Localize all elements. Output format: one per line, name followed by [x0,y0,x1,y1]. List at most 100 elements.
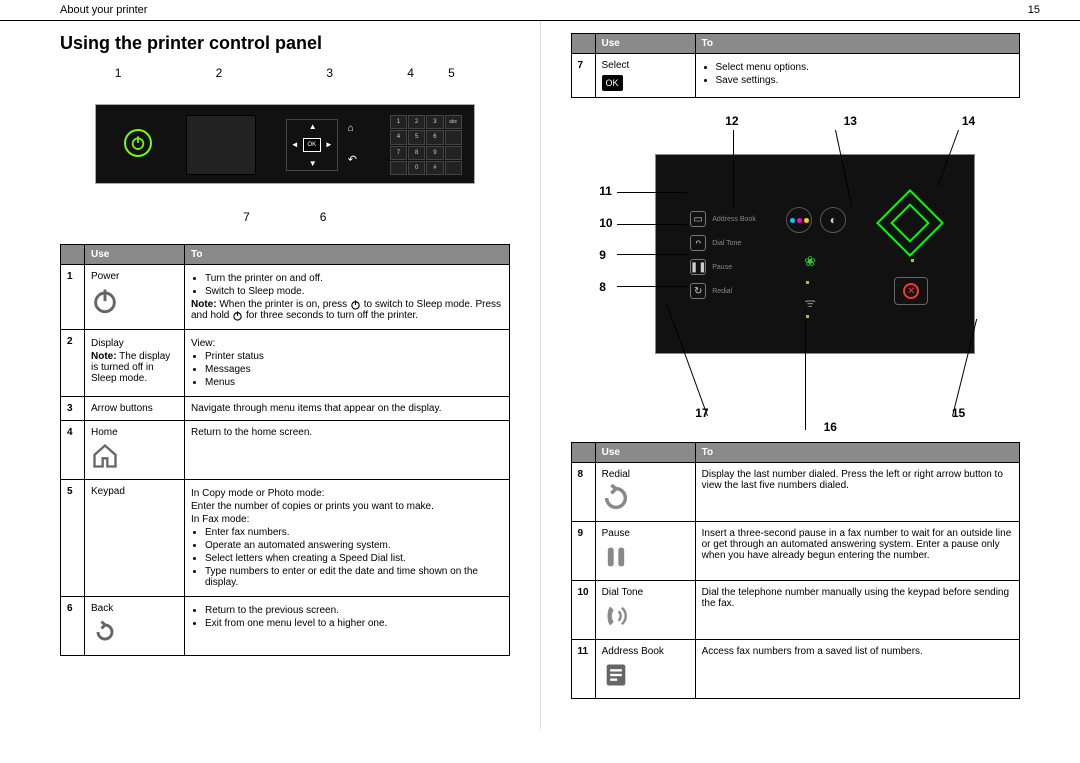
fig1-label-3: 3 [326,66,333,80]
t3-r3-use: Dial Tone [595,581,695,640]
th-to: To [185,245,510,265]
t1-r5-num: 5 [61,480,85,597]
fig2-label-13: 13 [844,114,857,128]
fig1-label-7: 7 [243,210,250,224]
header-page: 15 [1028,4,1040,16]
power-icon [232,310,243,321]
t3-r3-to: Dial the telephone number manually using… [695,581,1019,640]
t1-r3-use: Arrow buttons [85,397,185,421]
t2-r1-num: 7 [571,54,595,98]
display-screen [186,115,256,175]
fig2-label-9: 9 [599,248,612,262]
power-button [124,129,152,157]
pause-icon: ❚❚ [690,259,706,275]
wifi-icon: ᯤ [804,293,816,311]
t3-r2-num: 9 [571,522,595,581]
fig2-label-11: 11 [599,184,612,198]
right-column: Use To 7 Select OK Select menu options. … [541,21,1080,729]
t1-r4-num: 4 [61,421,85,480]
panel2-dialtone: ᴖDial Tone [690,235,741,251]
fig1-label-4: 4 [407,66,414,80]
start-button [876,189,944,257]
left-column: Using the printer control panel 1 2 3 4 … [0,21,541,729]
eco-icon: ❀ [804,253,816,270]
t1-r6-use: Back [85,597,185,656]
t3-r1-to: Display the last number dialed. Press th… [695,463,1019,522]
panel2-addressbook: ▭Address Book [690,211,756,227]
th-use-3: Use [595,443,695,463]
t1-r2-use: Display Note: The display is turned off … [85,330,185,397]
t3-r1-use: Redial [595,463,695,522]
header-section: About your printer [60,4,147,16]
t2-r1-use: Select OK [595,54,695,98]
cancel-icon: ✕ [903,283,919,299]
ok-icon: OK [602,75,623,91]
t1-r1-to: Turn the printer on and off. Switch to S… [185,265,510,330]
t3-r4-to: Access fax numbers from a saved list of … [695,640,1019,699]
reference-table-3: Use To 8 Redial Display the last number … [571,442,1021,699]
arrow-up: ▲ [309,122,317,131]
t2-r1-to: Select menu options. Save settings. [695,54,1020,98]
back-icon [91,618,178,649]
dialtone-icon: ᴖ [690,235,706,251]
arrow-pad: ▲ ▼ ◄ ► OK [286,119,338,171]
back-icon: ↶ [348,153,357,166]
ok-button-panel: OK [303,138,321,152]
th-to-3: To [695,443,1019,463]
th-blank [61,245,85,265]
t1-r3-to: Navigate through menu items that appear … [185,397,510,421]
redial-icon [602,484,689,515]
t1-r4-to: Return to the home screen. [185,421,510,480]
control-panel-figure-1: 1 2 3 4 5 ▲ ▼ ◄ ► OK ⌂ ↶ [90,66,480,224]
panel2-ink-color [786,207,812,233]
th-use: Use [85,245,185,265]
t1-r1-num: 1 [61,265,85,330]
fig2-label-16: 16 [824,420,837,434]
reference-table-2: Use To 7 Select OK Select menu options. … [571,33,1021,98]
addressbook-icon [602,661,689,692]
fig2-label-12: 12 [725,114,738,128]
t3-r4-use: Address Book [595,640,695,699]
keypad: 123abc 456 789 0# [390,115,462,175]
pause-icon [602,543,689,574]
t3-r2-to: Insert a three-second pause in a fax num… [695,522,1019,581]
redial-icon: ↻ [690,283,706,299]
arrow-left: ◄ [291,140,299,149]
t3-r4-num: 11 [571,640,595,699]
panel2-ink-black: ◐ [820,207,846,233]
control-panel-figure-2: 12 13 14 11 10 9 8 ▭Address Book ᴖDial T… [595,114,995,434]
t1-r6-to: Return to the previous screen. Exit from… [185,597,510,656]
th-to-2: To [695,34,1020,54]
cancel-button: ✕ [894,277,928,305]
dialtone-icon [602,602,689,633]
home-icon [91,442,178,473]
home-icon: ⌂ [348,123,354,134]
fig2-label-10: 10 [599,216,612,230]
t1-r2-to: View: Printer status Messages Menus [185,330,510,397]
t1-r5-to: In Copy mode or Photo mode: Enter the nu… [185,480,510,597]
t1-r1-use: Power [85,265,185,330]
arrow-right: ► [325,140,333,149]
th-use-2: Use [595,34,695,54]
addressbook-icon: ▭ [690,211,706,227]
power-icon [350,299,361,310]
fig1-label-5: 5 [448,66,455,80]
fig2-label-14: 14 [962,114,975,128]
panel2-pause: ❚❚Pause [690,259,732,275]
fig2-label-17: 17 [695,406,708,434]
t3-r3-num: 10 [571,581,595,640]
reference-table-1: Use To 1 Power Turn the printer on and o… [60,244,510,656]
led-indicator [806,281,809,284]
t3-r2-use: Pause [595,522,695,581]
t1-r4-use: Home [85,421,185,480]
t1-r3-num: 3 [61,397,85,421]
power-icon [91,286,178,317]
led-indicator [911,259,914,262]
fig1-label-2: 2 [216,66,223,80]
t1-r2-num: 2 [61,330,85,397]
led-indicator [806,315,809,318]
panel2-redial: ↻Redial [690,283,732,299]
t3-r1-num: 8 [571,463,595,522]
t1-r6-num: 6 [61,597,85,656]
fig1-label-6: 6 [320,210,327,224]
